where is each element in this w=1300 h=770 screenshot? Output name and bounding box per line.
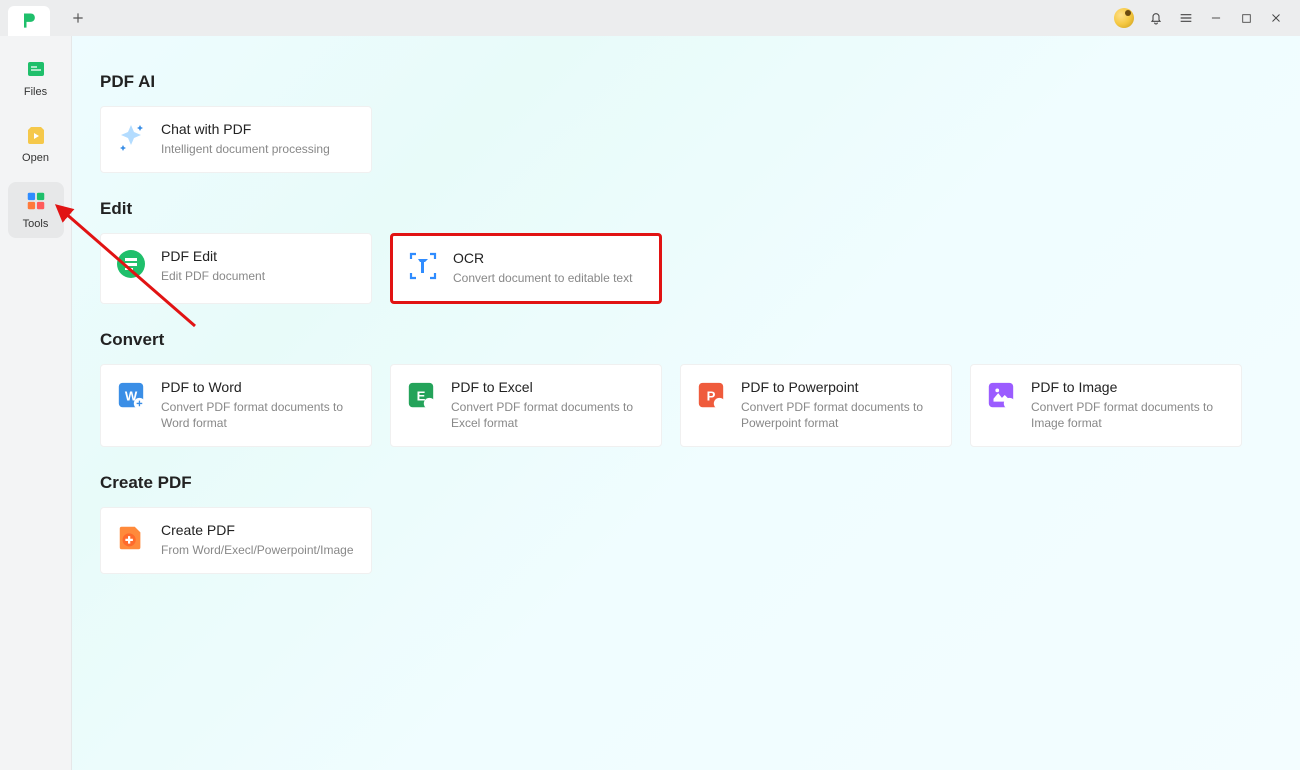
upgrade-icon[interactable] [1114, 8, 1134, 28]
card-pdf-to-excel[interactable]: E PDF to Excel Convert PDF format docume… [390, 364, 662, 448]
maximize-icon[interactable] [1238, 10, 1254, 26]
cards-row-create-pdf: Create PDF From Word/Execl/Powerpoint/Im… [100, 507, 1282, 574]
cards-row-pdf-ai: Chat with PDF Intelligent document proce… [100, 106, 1282, 173]
card-pdf-to-word[interactable]: W PDF to Word Convert PDF format documen… [100, 364, 372, 448]
word-icon: W [115, 379, 147, 411]
card-desc: Convert PDF format documents to Excel fo… [451, 399, 647, 433]
card-text: PDF to Image Convert PDF format document… [1031, 379, 1227, 433]
excel-icon: E [405, 379, 437, 411]
close-icon[interactable] [1268, 10, 1284, 26]
minimize-icon[interactable] [1208, 10, 1224, 26]
card-title: PDF to Excel [451, 379, 647, 395]
sidebar-label: Files [24, 86, 47, 98]
section-heading-pdf-ai: PDF AI [100, 72, 1282, 92]
app-logo-icon [19, 11, 39, 31]
card-desc: Convert PDF format documents to Word for… [161, 399, 357, 433]
pdf-edit-icon [115, 248, 147, 280]
titlebar-right [1114, 8, 1292, 28]
card-text: Chat with PDF Intelligent document proce… [161, 121, 330, 158]
card-desc: Convert PDF format documents to Image fo… [1031, 399, 1227, 433]
create-pdf-icon [115, 522, 147, 554]
card-title: Create PDF [161, 522, 354, 538]
image-icon [985, 379, 1017, 411]
section-heading-create-pdf: Create PDF [100, 473, 1282, 493]
card-title: Chat with PDF [161, 121, 330, 137]
sidebar-item-open[interactable]: Open [8, 116, 64, 172]
card-text: PDF to Powerpoint Convert PDF format doc… [741, 379, 937, 433]
sidebar-label: Open [22, 152, 49, 164]
ocr-icon [407, 250, 439, 282]
card-desc: Convert PDF format documents to Powerpoi… [741, 399, 937, 433]
open-icon [23, 122, 49, 148]
card-desc: Edit PDF document [161, 268, 265, 285]
section-heading-edit: Edit [100, 199, 1282, 219]
card-pdf-to-powerpoint[interactable]: P PDF to Powerpoint Convert PDF format d… [680, 364, 952, 448]
card-title: PDF to Powerpoint [741, 379, 937, 395]
card-title: OCR [453, 250, 632, 266]
cards-row-edit: PDF Edit Edit PDF document OCR Convert d… [100, 233, 1282, 304]
card-text: Create PDF From Word/Execl/Powerpoint/Im… [161, 522, 354, 559]
card-desc: Intelligent document processing [161, 141, 330, 158]
section-heading-convert: Convert [100, 330, 1282, 350]
card-pdf-edit[interactable]: PDF Edit Edit PDF document [100, 233, 372, 304]
files-icon [23, 56, 49, 82]
card-title: PDF to Image [1031, 379, 1227, 395]
body-row: Files Open Tools PDF AI [0, 36, 1300, 770]
app-tab[interactable] [8, 6, 50, 36]
titlebar-left [8, 0, 92, 36]
card-pdf-to-image[interactable]: PDF to Image Convert PDF format document… [970, 364, 1242, 448]
hamburger-menu-icon[interactable] [1178, 10, 1194, 26]
bell-icon[interactable] [1148, 10, 1164, 26]
card-ocr[interactable]: OCR Convert document to editable text [390, 233, 662, 304]
sidebar-label: Tools [23, 218, 49, 230]
main-content: PDF AI Chat with PDF Intelligent documen… [72, 36, 1300, 770]
cards-row-convert: W PDF to Word Convert PDF format documen… [100, 364, 1282, 448]
card-text: PDF Edit Edit PDF document [161, 248, 265, 289]
card-text: PDF to Word Convert PDF format documents… [161, 379, 357, 433]
card-title: PDF Edit [161, 248, 265, 264]
card-title: PDF to Word [161, 379, 357, 395]
card-text: OCR Convert document to editable text [453, 250, 632, 287]
powerpoint-icon: P [695, 379, 727, 411]
sparkle-icon [115, 121, 147, 153]
sidebar-item-files[interactable]: Files [8, 50, 64, 106]
sidebar-item-tools[interactable]: Tools [8, 182, 64, 238]
sidebar: Files Open Tools [0, 36, 72, 770]
card-create-pdf[interactable]: Create PDF From Word/Execl/Powerpoint/Im… [100, 507, 372, 574]
card-desc: Convert document to editable text [453, 270, 632, 287]
card-text: PDF to Excel Convert PDF format document… [451, 379, 647, 433]
titlebar [0, 0, 1300, 36]
card-chat-with-pdf[interactable]: Chat with PDF Intelligent document proce… [100, 106, 372, 173]
tools-icon [23, 188, 49, 214]
new-tab-button[interactable] [64, 4, 92, 32]
card-desc: From Word/Execl/Powerpoint/Image [161, 542, 354, 559]
